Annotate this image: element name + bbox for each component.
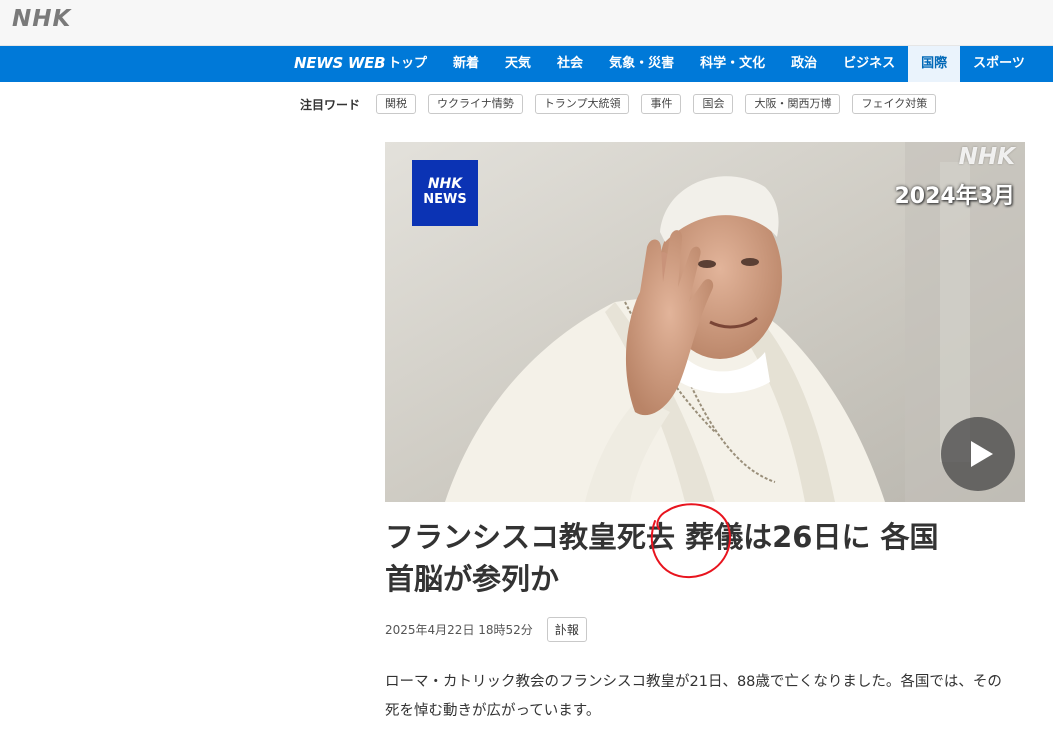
nav-item-latest[interactable]: 新着 <box>440 46 492 82</box>
keyword-tag[interactable]: 関税 <box>376 94 417 114</box>
keyword-tag[interactable]: フェイク対策 <box>852 94 937 114</box>
keyword-tag[interactable]: 大阪・関西万博 <box>745 94 841 114</box>
nav-item-politics[interactable]: 政治 <box>778 46 830 82</box>
hero-video[interactable]: NHK NEWS NHK 2024年3月 <box>385 142 1025 502</box>
nav-item-science[interactable]: 科学・文化 <box>687 46 778 82</box>
article-title-line2: 首脳が参列か <box>385 562 560 596</box>
nav-item-weather[interactable]: 天気 <box>492 46 544 82</box>
nav-items: トップ 新着 天気 社会 気象・災害 科学・文化 政治 ビジネス 国際 スポーツ <box>384 46 1038 82</box>
nhk-logo[interactable]: NHK <box>12 6 71 32</box>
play-icon <box>971 441 993 467</box>
nav-item-society[interactable]: 社会 <box>544 46 596 82</box>
article-summary: ローマ・カトリック教会のフランシスコ教皇が21日、88歳で亡くなりました。各国で… <box>385 674 1002 719</box>
nav-item-sports[interactable]: スポーツ <box>960 46 1038 82</box>
keyword-tag[interactable]: 事件 <box>641 94 682 114</box>
nhk-news-badge: NHK NEWS <box>412 160 478 226</box>
keyword-tag[interactable]: トランプ大統領 <box>534 94 630 114</box>
badge-nhk-text: NHK <box>427 176 463 192</box>
red-circle-annotation <box>650 503 731 579</box>
nav-item-top[interactable]: トップ <box>384 46 440 82</box>
category-badge[interactable]: 訃報 <box>546 616 587 642</box>
article-meta: 2025年4月22日 18時52分 訃報 <box>385 616 587 642</box>
badge-news-text: NEWS <box>423 192 467 207</box>
nav-item-international[interactable]: 国際 <box>908 46 961 82</box>
site-header: NHK <box>0 0 1053 46</box>
watermark-logo: NHK <box>958 144 1015 170</box>
article-date: 2025年4月22日 18時52分 <box>385 622 533 637</box>
watermark-date: 2024年3月 <box>894 184 1015 209</box>
nav-item-business[interactable]: ビジネス <box>830 46 908 82</box>
trending-keywords: 注目ワード 関税 ウクライナ情勢 トランプ大統領 事件 国会 大阪・関西万博 フ… <box>300 93 948 115</box>
keyword-tag[interactable]: ウクライナ情勢 <box>428 94 523 114</box>
main-nav: NEWS WEB トップ 新着 天気 社会 気象・災害 科学・文化 政治 ビジネ… <box>0 46 1053 82</box>
nav-item-disaster[interactable]: 気象・災害 <box>596 46 687 82</box>
news-web-brand[interactable]: NEWS WEB <box>294 54 386 72</box>
keywords-label: 注目ワード <box>300 97 361 112</box>
play-button[interactable] <box>941 417 1015 491</box>
keyword-tag[interactable]: 国会 <box>693 94 734 114</box>
